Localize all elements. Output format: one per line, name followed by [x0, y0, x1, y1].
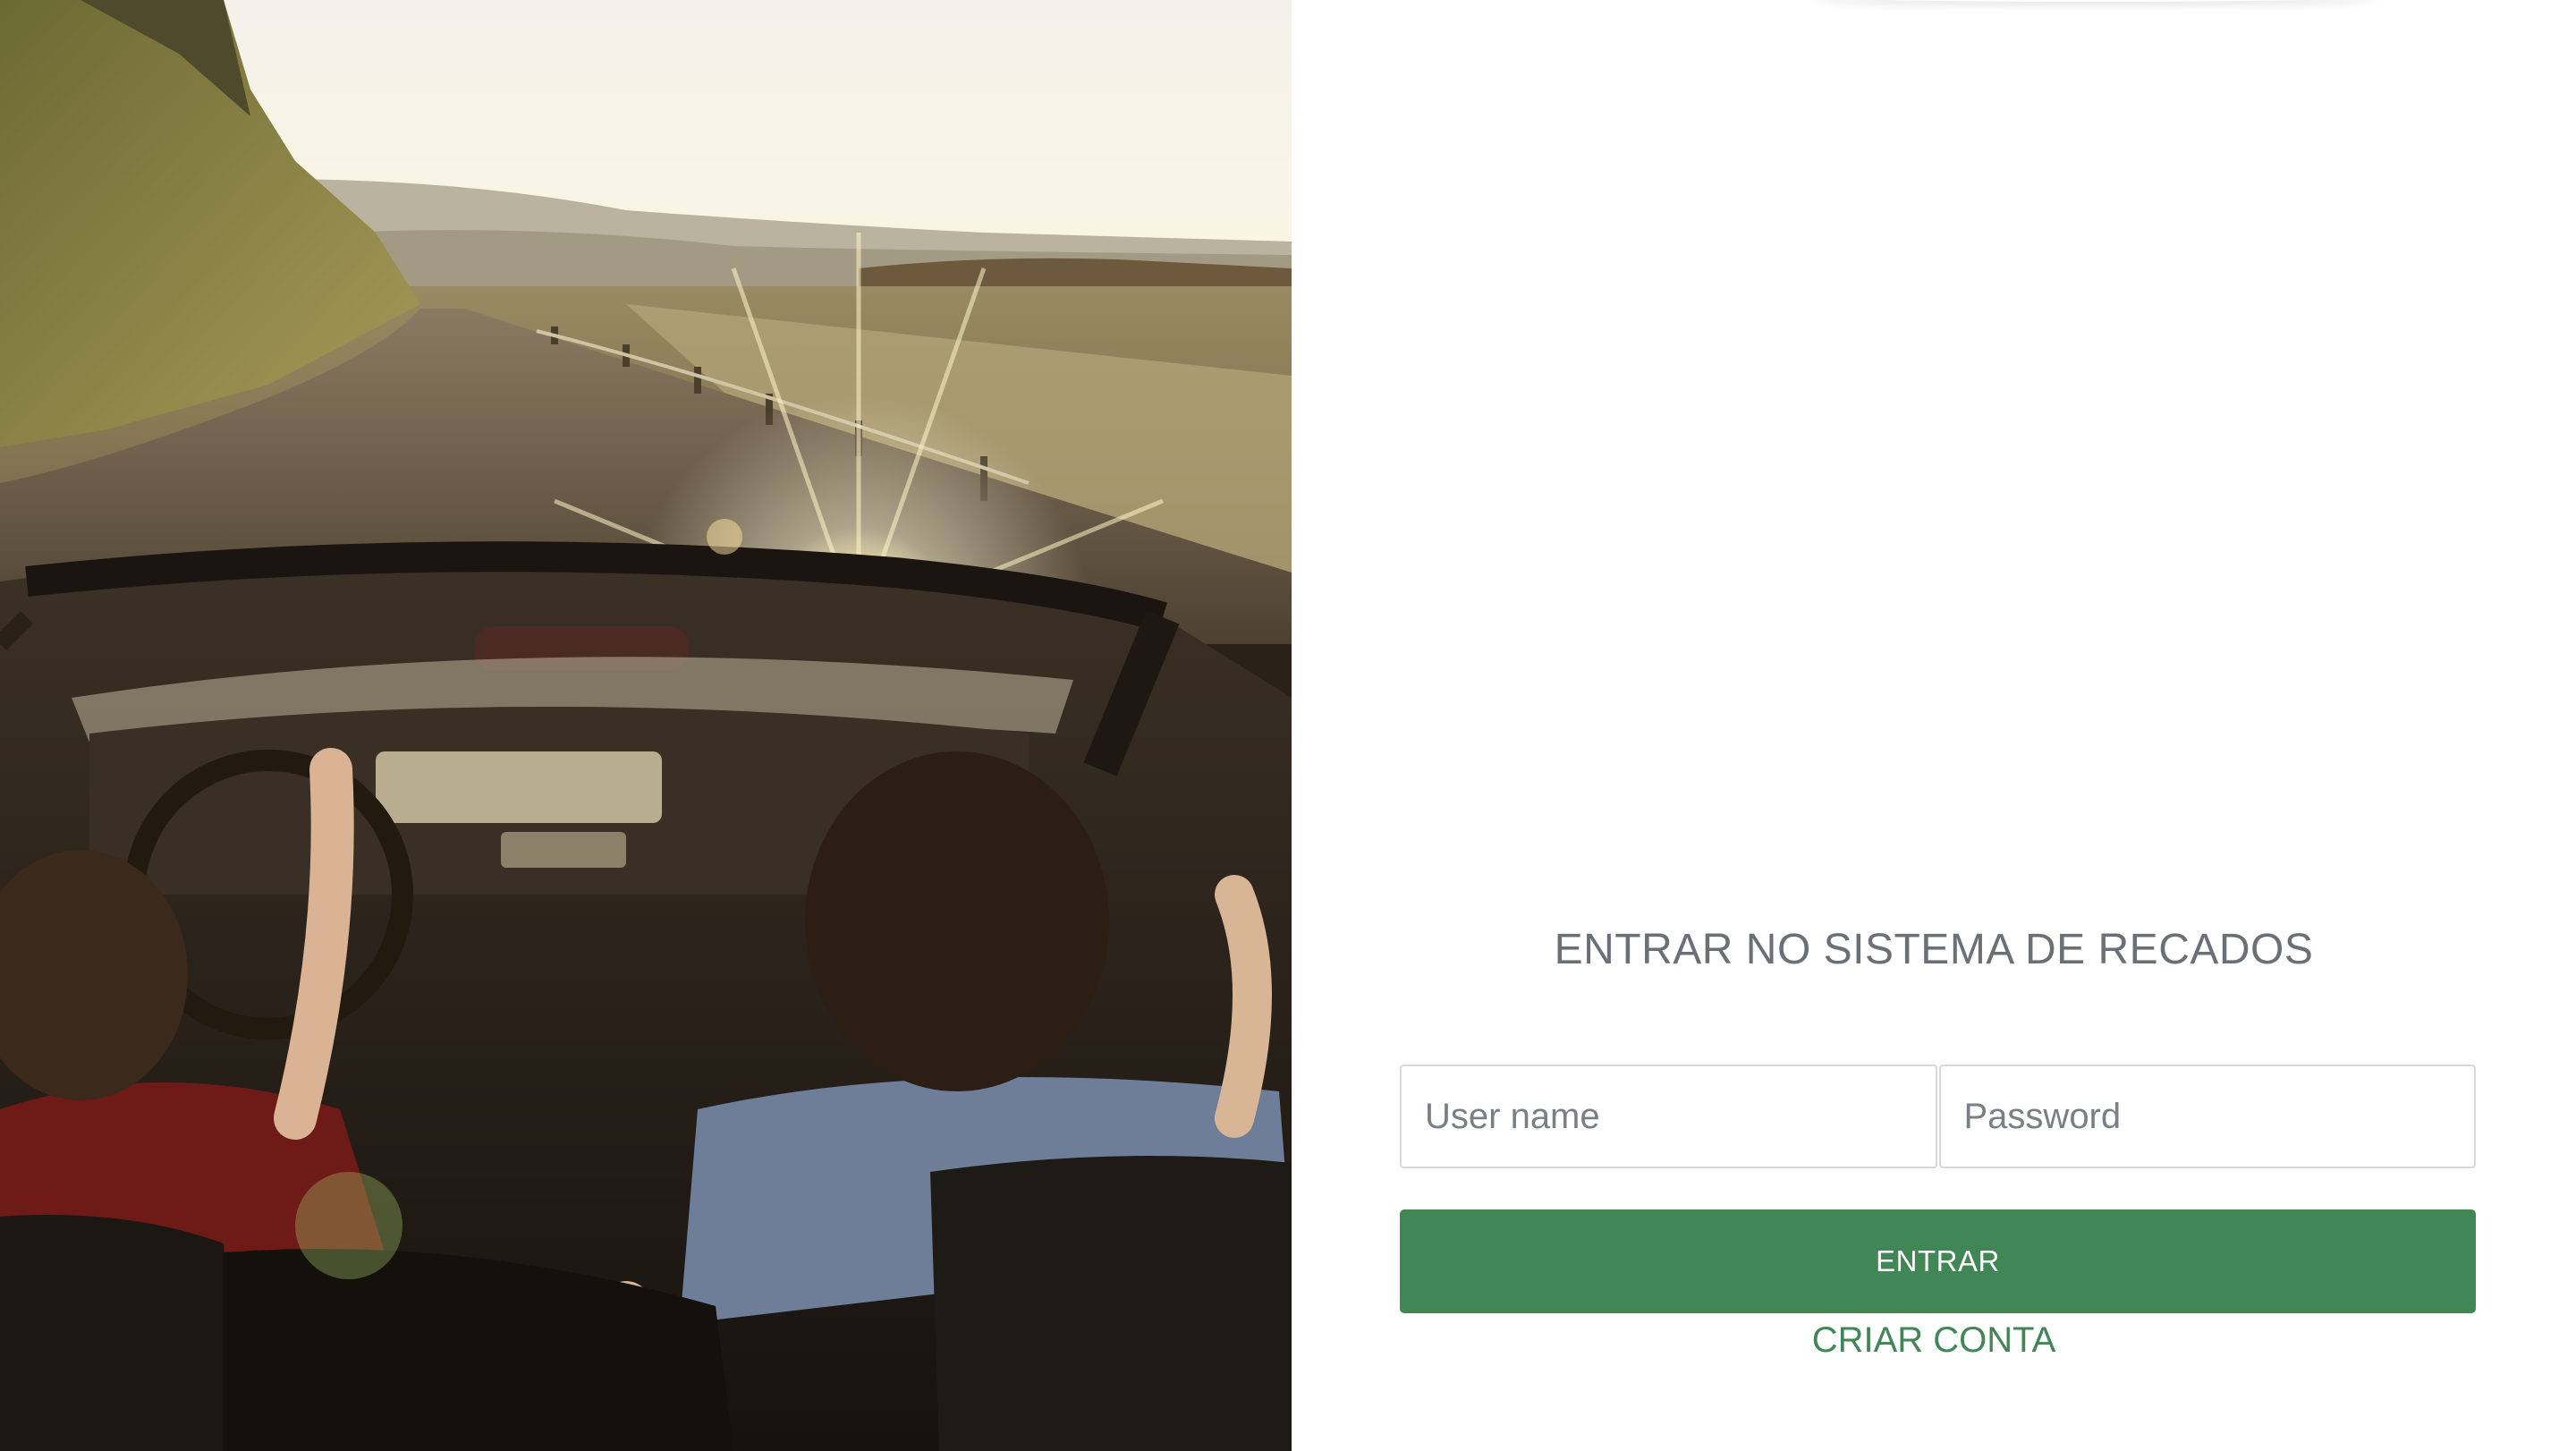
- top-edge-shadow: [1813, 0, 2377, 2]
- login-panel: ENTRAR NO SISTEMA DE RECADOS ENTRAR CRIA…: [1292, 0, 2576, 1451]
- credentials-row: [1400, 1065, 2476, 1168]
- username-input[interactable]: [1400, 1065, 1937, 1168]
- create-account-link[interactable]: CRIAR CONTA: [1292, 1315, 2576, 1365]
- convertible-road-trip-illustration: [0, 0, 1292, 1451]
- enter-button[interactable]: ENTRAR: [1400, 1209, 2476, 1313]
- hero-photo: [0, 0, 1292, 1451]
- password-input[interactable]: [1938, 1065, 2476, 1168]
- login-page: ENTRAR NO SISTEMA DE RECADOS ENTRAR CRIA…: [0, 0, 2576, 1451]
- page-title: ENTRAR NO SISTEMA DE RECADOS: [1554, 926, 2314, 973]
